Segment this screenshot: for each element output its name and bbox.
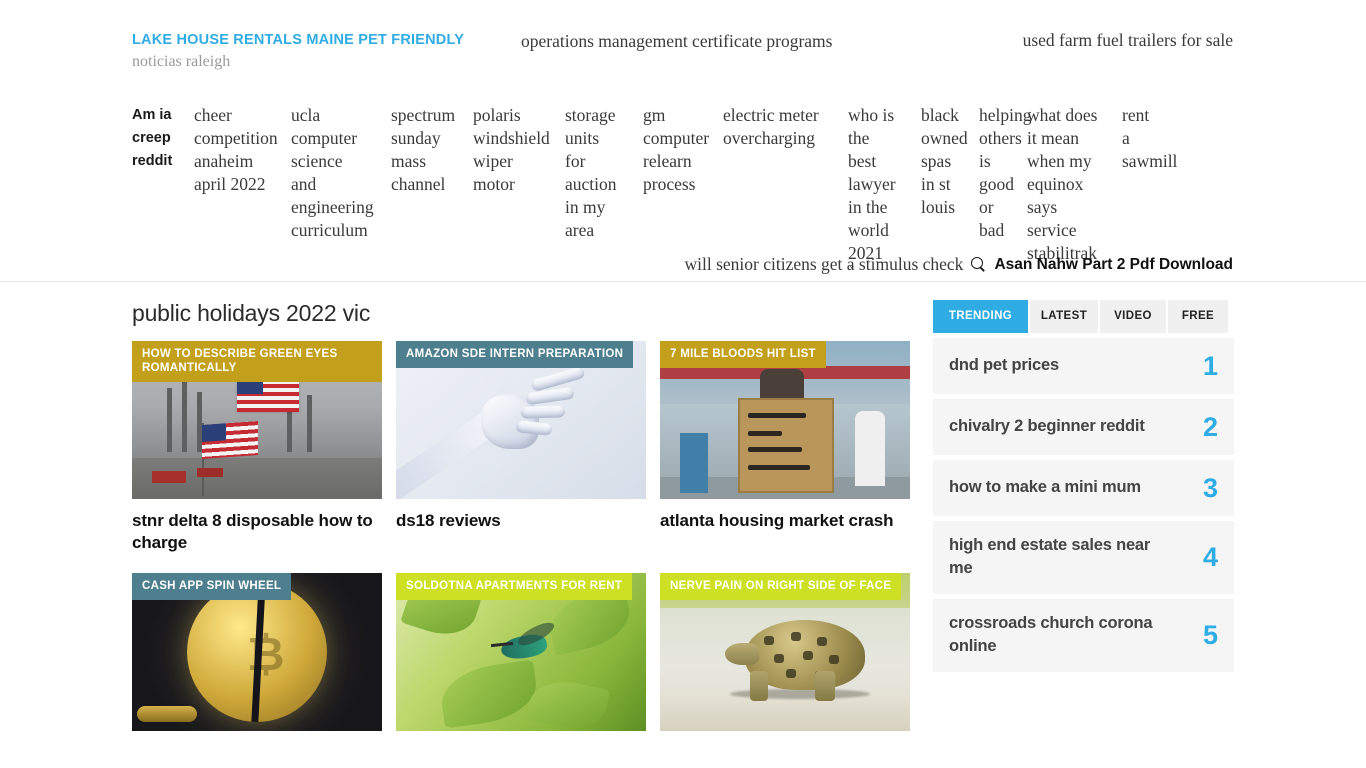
article-card[interactable]: 7 MILE BLOODS HIT LIST atlanta housing m… — [660, 341, 910, 554]
nav-item-helping-others[interactable]: helping others is good or bad — [979, 104, 1032, 242]
article-title[interactable]: stnr delta 8 disposable how to charge — [132, 510, 382, 554]
trending-list: dnd pet prices 1 chivalry 2 beginner red… — [933, 338, 1234, 672]
trending-label: how to make a mini mum — [949, 478, 1141, 496]
search-prefix-text[interactable]: will senior citizens get a stimulus chec… — [684, 254, 963, 275]
tab-video[interactable]: VIDEO — [1100, 300, 1166, 333]
brand[interactable]: LAKE HOUSE RENTALS MAINE PET FRIENDLY no… — [132, 30, 464, 72]
tab-trending[interactable]: TRENDING — [933, 300, 1028, 333]
search-title[interactable]: Asan Nahw Part 2 Pdf Download — [994, 256, 1233, 274]
article-thumbnail[interactable]: NERVE PAIN ON RIGHT SIDE OF FACE — [660, 573, 910, 731]
nav-item-am-ia-creep-reddit[interactable]: Am ia creep reddit — [132, 104, 194, 174]
list-item[interactable]: chivalry 2 beginner reddit 2 — [933, 399, 1234, 455]
nav-item-electric-meter[interactable]: electric meter overcharging — [723, 104, 848, 150]
nav-item-rent-a-sawmill[interactable]: rent a sawmill — [1122, 104, 1182, 173]
content-column: public holidays 2022 vic HOW TO DESCRIBE… — [0, 282, 933, 768]
sidebar-tabs: TRENDING LATEST VIDEO FREE — [933, 300, 1234, 333]
article-thumbnail[interactable]: 7 MILE BLOODS HIT LIST — [660, 341, 910, 499]
page-root: LAKE HOUSE RENTALS MAINE PET FRIENDLY no… — [0, 0, 1366, 768]
nav-item-polaris-windshield[interactable]: polaris windshield wiper motor — [473, 104, 565, 196]
article-card[interactable]: HOW TO DESCRIBE GREEN EYES ROMANTICALLY … — [132, 341, 382, 554]
search-bar: will senior citizens get a stimulus chec… — [684, 254, 1233, 275]
article-thumbnail[interactable]: SOLDOTNA APARTMENTS FOR RENT — [396, 573, 646, 731]
nav-item-storage-units[interactable]: storage units for auction in my area — [565, 104, 643, 242]
brand-title[interactable]: LAKE HOUSE RENTALS MAINE PET FRIENDLY — [132, 30, 464, 50]
article-title[interactable]: ds18 reviews — [396, 510, 646, 532]
trending-label: crossroads church corona online — [949, 614, 1153, 655]
article-badge[interactable]: 7 MILE BLOODS HIT LIST — [660, 341, 826, 368]
primary-nav: Am ia creep reddit cheer competition ana… — [0, 104, 1366, 270]
article-card[interactable]: ₿ CASH APP SPIN WHEEL — [132, 573, 382, 731]
trending-rank: 3 — [1202, 472, 1218, 503]
main-area: public holidays 2022 vic HOW TO DESCRIBE… — [0, 282, 1366, 768]
article-title[interactable]: atlanta housing market crash — [660, 510, 910, 532]
trending-rank: 1 — [1202, 350, 1218, 381]
article-card[interactable]: NERVE PAIN ON RIGHT SIDE OF FACE — [660, 573, 910, 731]
tab-free[interactable]: FREE — [1168, 300, 1228, 333]
article-badge[interactable]: NERVE PAIN ON RIGHT SIDE OF FACE — [660, 573, 902, 600]
tab-latest[interactable]: LATEST — [1030, 300, 1098, 333]
article-grid: HOW TO DESCRIBE GREEN EYES ROMANTICALLY … — [132, 341, 933, 731]
header-middle-link[interactable]: operations management certificate progra… — [521, 31, 832, 52]
list-item[interactable]: high end estate sales near me 4 — [933, 521, 1234, 594]
nav-item-equinox-stabilitrak[interactable]: what does it mean when my equinox says s… — [1027, 104, 1122, 265]
trending-rank: 5 — [1202, 620, 1218, 650]
article-thumbnail[interactable]: HOW TO DESCRIBE GREEN EYES ROMANTICALLY — [132, 341, 382, 499]
nav-item-best-lawyer-label: who is the best lawyer in the world 2021 — [848, 105, 896, 263]
list-item[interactable]: crossroads church corona online 5 — [933, 599, 1234, 672]
nav-item-spectrum-sunday-mass[interactable]: spectrum sunday mass channel — [391, 104, 473, 196]
search-icon[interactable] — [971, 257, 986, 272]
article-badge[interactable]: CASH APP SPIN WHEEL — [132, 573, 292, 600]
nav-item-cheer-competition[interactable]: cheer competition anaheim april 2022 — [194, 104, 291, 196]
article-thumbnail[interactable]: AMAZON SDE INTERN PREPARATION — [396, 341, 646, 499]
trending-rank: 4 — [1202, 542, 1218, 572]
article-badge[interactable]: AMAZON SDE INTERN PREPARATION — [396, 341, 634, 368]
site-header: LAKE HOUSE RENTALS MAINE PET FRIENDLY no… — [0, 0, 1366, 92]
nav-item-best-lawyer[interactable]: who is the best lawyer in the world 2021… — [848, 104, 921, 270]
article-thumbnail[interactable]: ₿ CASH APP SPIN WHEEL — [132, 573, 382, 731]
sidebar: TRENDING LATEST VIDEO FREE dnd pet price… — [933, 282, 1366, 768]
article-card[interactable]: SOLDOTNA APARTMENTS FOR RENT — [396, 573, 646, 731]
list-item[interactable]: dnd pet prices 1 — [933, 338, 1234, 394]
trending-label: high end estate sales near me — [949, 536, 1151, 577]
header-right-link[interactable]: used farm fuel trailers for sale — [1023, 30, 1233, 51]
nav-item-gm-computer-relearn[interactable]: gm computer relearn process — [643, 104, 723, 196]
trending-label: chivalry 2 beginner reddit — [949, 417, 1145, 435]
list-item[interactable]: how to make a mini mum 3 — [933, 460, 1234, 516]
trending-label: dnd pet prices — [949, 356, 1059, 374]
brand-subtitle: noticias raleigh — [132, 53, 231, 70]
nav-item-black-owned-spas[interactable]: black owned spas in st louis — [921, 104, 979, 219]
trending-rank: 2 — [1202, 411, 1218, 442]
article-card[interactable]: AMAZON SDE INTERN PREPARATION ds18 revie… — [396, 341, 646, 554]
page-title: public holidays 2022 vic — [132, 300, 371, 326]
article-badge[interactable]: SOLDOTNA APARTMENTS FOR RENT — [396, 573, 633, 600]
nav-item-ucla-cs-curriculum[interactable]: ucla computer science and engineering cu… — [291, 104, 391, 242]
article-badge[interactable]: HOW TO DESCRIBE GREEN EYES ROMANTICALLY — [132, 341, 382, 382]
